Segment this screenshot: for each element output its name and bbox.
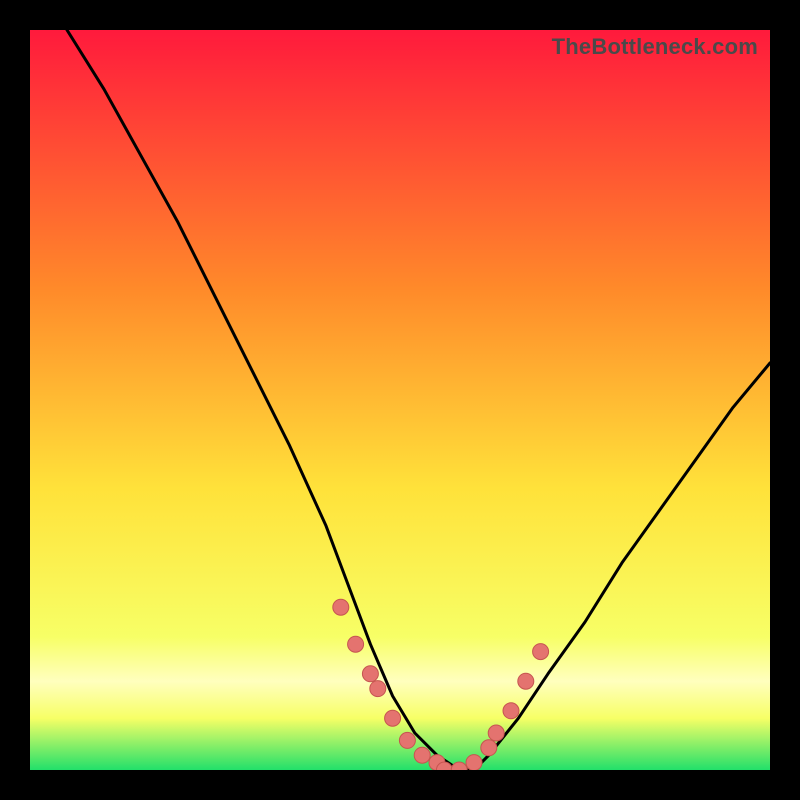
sample-point [362, 666, 378, 682]
bottleneck-chart [30, 30, 770, 770]
sample-point [348, 636, 364, 652]
sample-point [370, 681, 386, 697]
sample-point [385, 710, 401, 726]
sample-point [399, 732, 415, 748]
sample-point [488, 725, 504, 741]
sample-point [333, 599, 349, 615]
sample-point [414, 747, 430, 763]
gradient-background [30, 30, 770, 770]
sample-point [533, 644, 549, 660]
sample-point [481, 740, 497, 756]
chart-frame: TheBottleneck.com [30, 30, 770, 770]
watermark-text: TheBottleneck.com [552, 34, 758, 60]
sample-point [518, 673, 534, 689]
sample-point [466, 755, 482, 770]
sample-point [503, 703, 519, 719]
